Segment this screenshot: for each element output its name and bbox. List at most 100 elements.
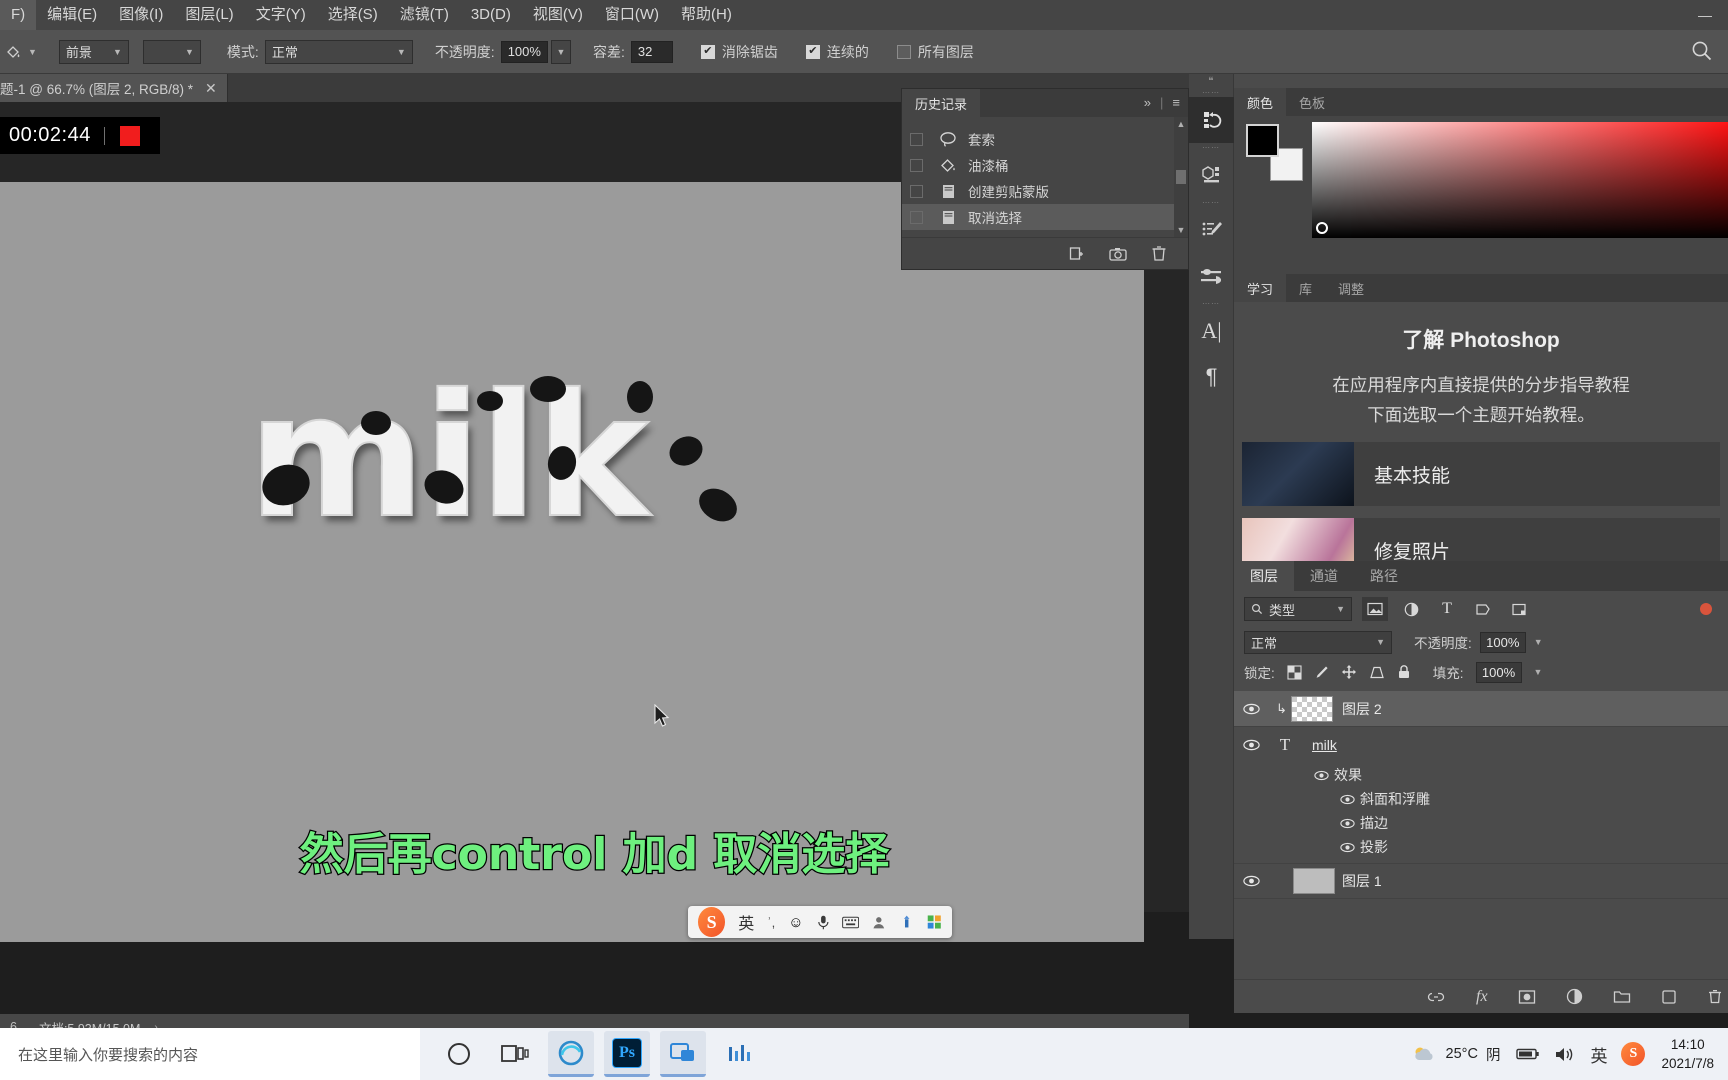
pattern-select[interactable]: ▼ (142, 39, 201, 64)
effect-visibility-toggle[interactable] (1334, 794, 1360, 805)
history-snapshot-checkbox[interactable] (910, 158, 923, 172)
history-item[interactable]: 创建剪贴蒙版 (902, 178, 1188, 204)
mask-icon[interactable] (1518, 989, 1536, 1005)
history-scrollbar[interactable]: ▲ ▼ (1174, 117, 1188, 237)
fill-input[interactable]: 100% (1475, 661, 1522, 683)
search-icon[interactable] (1690, 39, 1714, 63)
sogou-icon[interactable]: S (1621, 1042, 1646, 1066)
taskbar-clock[interactable]: 14:10 2021/7/8 (1661, 1035, 1714, 1073)
layer-blend-mode-select[interactable]: 正常 ▼ (1244, 630, 1392, 654)
learn-card[interactable]: 基本技能 (1242, 442, 1720, 506)
history-snapshot-checkbox[interactable] (910, 210, 923, 224)
filter-shape-layers[interactable] (1470, 597, 1496, 621)
layer-name[interactable]: milk (1312, 737, 1337, 753)
layer-effect-item[interactable]: 斜面和浮雕 (1234, 787, 1728, 811)
panel-icon-character[interactable]: A| (1189, 308, 1234, 354)
panel-menu-icon[interactable]: ≡ (1172, 95, 1180, 110)
panel-icon-adjustments[interactable] (1189, 253, 1234, 299)
fx-icon[interactable]: fx (1476, 988, 1488, 1006)
document-tab[interactable]: 题-1 @ 66.7% (图层 2, RGB/8) * ✕ (0, 74, 228, 102)
menu-item-window[interactable]: 窗口(W) (594, 0, 670, 30)
trash-icon[interactable] (1150, 244, 1168, 263)
photoshop-icon[interactable]: Ps (604, 1031, 650, 1077)
lock-artboard-icon[interactable] (1369, 665, 1385, 680)
ime-icon[interactable]: 英 (1590, 1042, 1607, 1067)
menu-item-select[interactable]: 选择(S) (317, 0, 389, 30)
taskbar-search-input[interactable]: 在这里输入你要搜索的内容 (0, 1028, 420, 1080)
history-item[interactable]: 套索 (902, 126, 1188, 152)
group-icon[interactable] (1613, 989, 1631, 1004)
history-item[interactable]: 取消选择 (902, 204, 1188, 230)
emoji-icon[interactable]: ☺ (788, 914, 803, 931)
menu-item-3d[interactable]: 3D(D) (460, 0, 522, 30)
tab-adjustments[interactable]: 调整 (1325, 274, 1378, 302)
task-view-icon[interactable] (492, 1031, 538, 1077)
layer-effect-item[interactable]: 描边 (1234, 811, 1728, 835)
close-icon[interactable]: ✕ (205, 80, 217, 97)
menu-item-help[interactable]: 帮助(H) (670, 0, 743, 30)
layer-visibility-toggle[interactable] (1234, 703, 1268, 715)
panel-icon-paragraph[interactable]: ¶ (1189, 354, 1234, 400)
menu-item-view[interactable]: 视图(V) (522, 0, 594, 30)
filter-enable-toggle[interactable] (1700, 603, 1712, 615)
lock-image-icon[interactable] (1314, 665, 1329, 680)
color-picker-field[interactable] (1312, 122, 1728, 238)
tab-swatches[interactable]: 色板 (1286, 88, 1339, 116)
foreground-color-swatch[interactable] (1246, 124, 1279, 157)
layer-visibility-toggle[interactable] (1234, 739, 1268, 751)
person-icon[interactable] (872, 915, 886, 930)
tab-history[interactable]: 历史记录 (902, 89, 981, 117)
blend-mode-select[interactable]: 正常 ▼ (264, 39, 413, 64)
panel-grip[interactable]: ❝ (1189, 74, 1233, 88)
layer-opacity-input[interactable]: 100% (1479, 631, 1526, 653)
collapse-icon[interactable]: » (1144, 95, 1151, 110)
edge-icon[interactable] (548, 1031, 594, 1077)
layer-row-layer2[interactable]: ↳ 图层 2 (1234, 691, 1728, 727)
tab-color[interactable]: 颜色 (1234, 88, 1287, 116)
filter-pixel-layers[interactable] (1362, 597, 1388, 621)
panel-icon-brush-settings[interactable] (1189, 207, 1234, 253)
volume-icon[interactable] (1554, 1046, 1576, 1063)
media-icon[interactable] (716, 1031, 762, 1077)
effects-visibility-toggle[interactable] (1308, 770, 1334, 781)
layer-list[interactable]: ↳ 图层 2 T milk 效果 斜面和浮雕 描边 投影 图层 1 (1234, 691, 1728, 899)
ime-mode-label[interactable]: 英 (738, 910, 754, 934)
stop-record-button[interactable] (119, 125, 140, 146)
keyboard-icon[interactable] (842, 916, 860, 929)
history-list[interactable]: 套索 油漆桶 创建剪贴蒙版 取消选择 ▲ ▼ (902, 117, 1188, 237)
mic-icon[interactable] (817, 914, 830, 931)
menu-item-file[interactable]: F) (0, 0, 37, 30)
trash-icon[interactable] (1707, 988, 1723, 1005)
menu-item-image[interactable]: 图像(I) (108, 0, 174, 30)
menu-item-filter[interactable]: 滤镜(T) (389, 0, 460, 30)
tab-channels[interactable]: 通道 (1294, 561, 1354, 591)
new-document-icon[interactable] (1068, 245, 1086, 263)
panel-icon-3d[interactable] (1189, 152, 1234, 198)
layer-effects-group[interactable]: 效果 (1234, 763, 1728, 787)
fill-source-select[interactable]: 前景 ▼ (58, 39, 129, 64)
tools-icon[interactable] (899, 914, 914, 930)
history-snapshot-checkbox[interactable] (910, 132, 923, 146)
voice-dots-icon[interactable]: ʾ, (767, 915, 775, 930)
layer-row-milk[interactable]: T milk (1234, 727, 1728, 763)
opacity-input[interactable]: 100% (500, 40, 548, 63)
layer-visibility-toggle[interactable] (1234, 875, 1268, 887)
adjustment-icon[interactable] (1566, 988, 1583, 1005)
tab-paths[interactable]: 路径 (1354, 561, 1414, 591)
contiguous-checkbox[interactable]: ✔ 连续的 (805, 42, 875, 62)
history-item[interactable]: 油漆桶 (902, 152, 1188, 178)
layer-name[interactable]: 图层 2 (1342, 699, 1382, 719)
layer-effect-item[interactable]: 投影 (1234, 835, 1728, 859)
scroll-up-icon[interactable]: ▲ (1177, 119, 1186, 129)
lock-all-icon[interactable] (1397, 664, 1411, 680)
effect-visibility-toggle[interactable] (1334, 818, 1360, 829)
tab-learn[interactable]: 学习 (1234, 274, 1287, 302)
antialias-checkbox[interactable]: ✔ 消除锯齿 (700, 42, 784, 62)
panel-icon-history[interactable] (1189, 97, 1234, 143)
effect-visibility-toggle[interactable] (1334, 842, 1360, 853)
tolerance-input[interactable]: 32 (630, 40, 673, 63)
weather-widget[interactable]: 25°C 阴 (1412, 1044, 1500, 1065)
filter-adjustment-layers[interactable] (1398, 597, 1424, 621)
link-icon[interactable] (1426, 990, 1446, 1004)
menu-item-layer[interactable]: 图层(L) (174, 0, 244, 30)
